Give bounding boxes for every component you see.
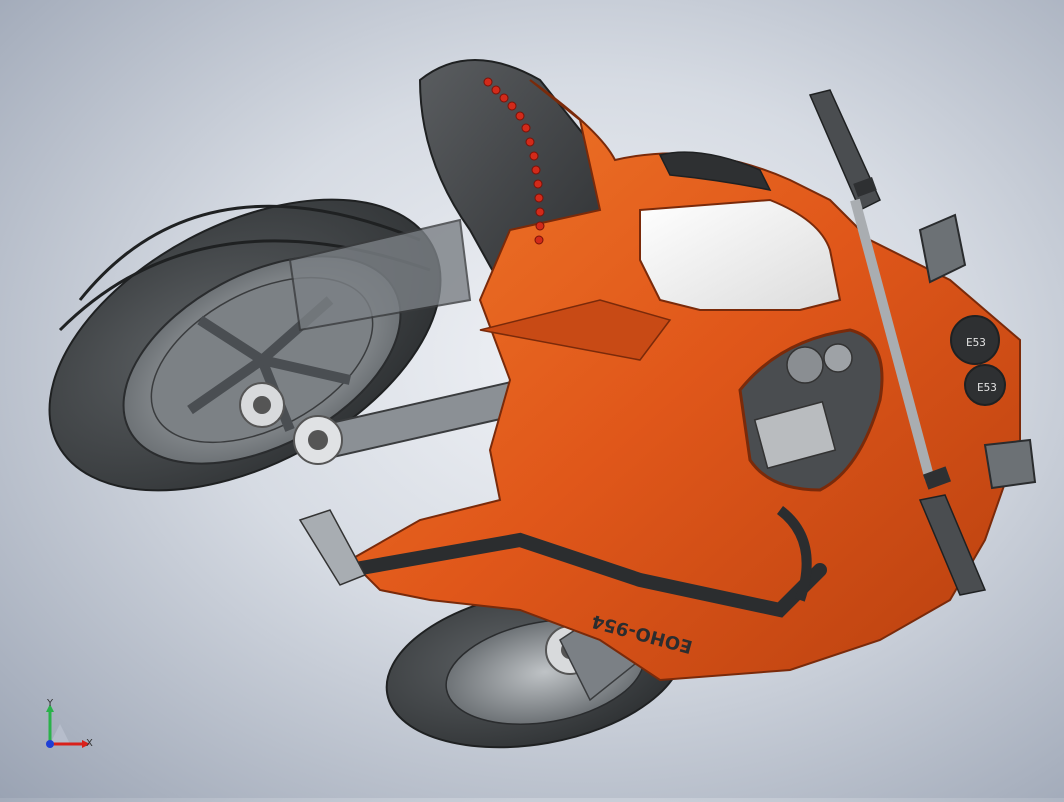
x-axis-label: X: [86, 738, 93, 749]
model-render[interactable]: E53 E53 EOHO-954: [0, 0, 1064, 798]
rear-wheel: [48, 198, 442, 492]
3d-viewport[interactable]: E53 E53 EOHO-954: [0, 0, 1064, 798]
y-axis-label: Y: [46, 698, 54, 709]
gauge-left-readout: E53: [966, 336, 986, 349]
axis-triad: X Y: [38, 698, 98, 758]
plate-bracket: [298, 509, 367, 586]
gauge-right-readout: E53: [977, 381, 997, 394]
z-axis-dot: [46, 740, 54, 748]
